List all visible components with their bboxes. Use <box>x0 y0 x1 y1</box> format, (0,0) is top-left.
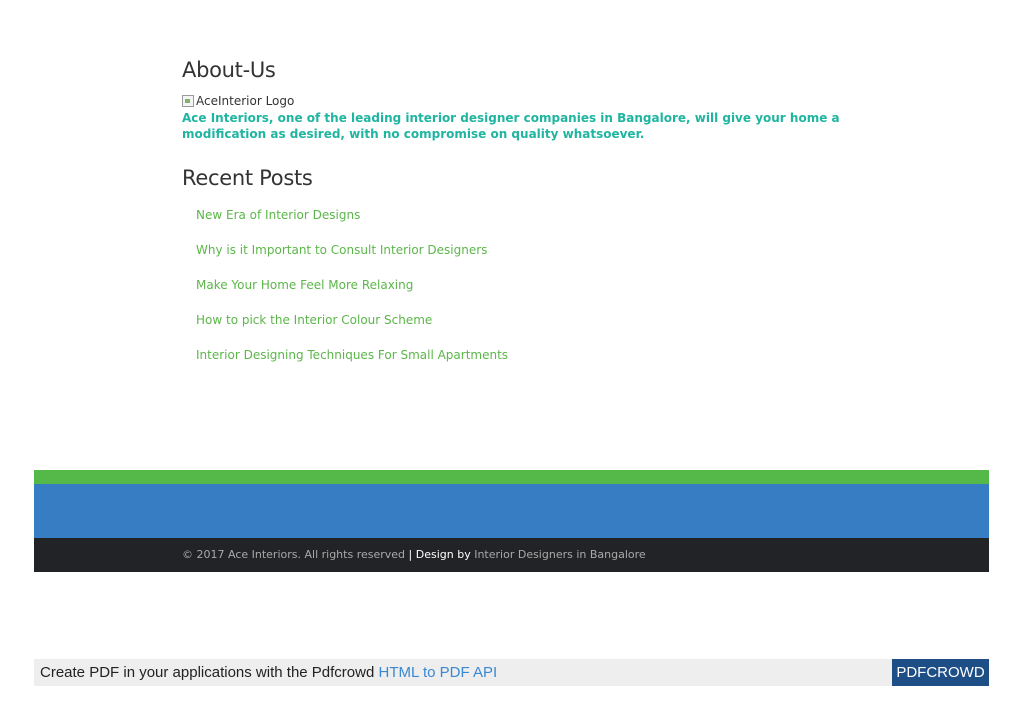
copyright-text: © 2017 Ace Interiors. All rights reserve… <box>182 548 406 561</box>
list-item: How to pick the Interior Colour Scheme <box>196 313 508 348</box>
list-item: Interior Designing Techniques For Small … <box>196 348 508 383</box>
page: About-Us AceInterior Logo Ace Interiors,… <box>0 0 1023 724</box>
about-description: Ace Interiors, one of the leading interi… <box>182 111 840 141</box>
pdfcrowd-banner: Create PDF in your applications with the… <box>34 659 989 686</box>
footer-bottom-bar: © 2017 Ace Interiors. All rights reserve… <box>34 538 989 572</box>
about-us-heading: About-Us <box>182 58 276 82</box>
post-link[interactable]: New Era of Interior Designs <box>196 208 360 222</box>
pdfcrowd-badge-button[interactable]: PDFCROWD <box>892 659 989 686</box>
post-link[interactable]: Make Your Home Feel More Relaxing <box>196 278 413 292</box>
list-item: New Era of Interior Designs <box>196 208 508 243</box>
design-by-label: Design by <box>415 548 471 561</box>
list-item: Make Your Home Feel More Relaxing <box>196 278 508 313</box>
footer-copyright: © 2017 Ace Interiors. All rights reserve… <box>182 548 646 561</box>
post-link[interactable]: Interior Designing Techniques For Small … <box>196 348 508 362</box>
list-item: Why is it Important to Consult Interior … <box>196 243 508 278</box>
pdfcrowd-message: Create PDF in your applications with the… <box>40 664 375 681</box>
footer-green-band <box>34 470 989 484</box>
pdfcrowd-text: Create PDF in your applications with the… <box>40 664 497 681</box>
designer-link[interactable]: Interior Designers in Bangalore <box>474 548 645 561</box>
pdfcrowd-api-link[interactable]: HTML to PDF API <box>379 664 498 681</box>
recent-posts-list: New Era of Interior Designs Why is it Im… <box>196 208 508 383</box>
footer-blue-band <box>34 484 989 538</box>
post-link[interactable]: How to pick the Interior Colour Scheme <box>196 313 432 327</box>
footer-separator: | <box>408 548 413 561</box>
recent-posts-heading: Recent Posts <box>182 166 313 190</box>
logo-image: AceInterior Logo <box>182 94 294 108</box>
post-link[interactable]: Why is it Important to Consult Interior … <box>196 243 487 257</box>
broken-image-icon <box>182 95 194 107</box>
logo-alt-text: AceInterior Logo <box>196 94 295 108</box>
